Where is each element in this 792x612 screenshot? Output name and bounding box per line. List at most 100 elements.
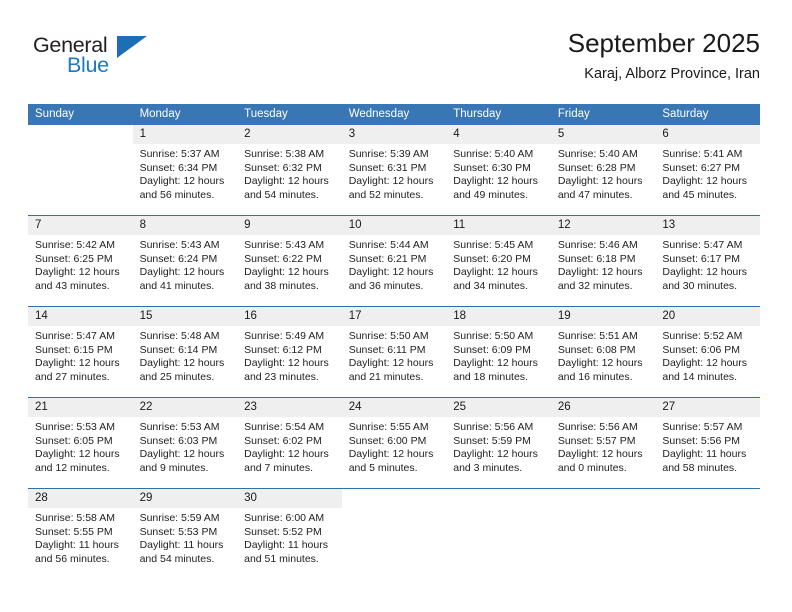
- day-cell-10[interactable]: 10 Sunrise: 5:44 AM Sunset: 6:21 PM Dayligh…: [341, 216, 447, 306]
- day-number: 23: [237, 398, 342, 417]
- calendar-day-cell: 6 Sunrise: 5:41 AM Sunset: 6:27 PM Daylight…: [655, 125, 760, 215]
- daylight-duration-line1: Daylight: 12 hours: [557, 266, 643, 279]
- day-cell-11[interactable]: 11 Sunrise: 5:45 AM Sunset: 6:20 PM Dayligh…: [446, 216, 551, 306]
- day-cell-14[interactable]: 14 Sunrise: 5:47 AM Sunset: 6:15 PM Dayligh…: [28, 307, 133, 397]
- day-cell-19[interactable]: 19 Sunrise: 5:51 AM Sunset: 6:08 PM Dayligh…: [550, 307, 656, 397]
- day-cell-28[interactable]: 28 Sunrise: 5:58 AM Sunset: 5:55 PM Dayligh…: [28, 489, 133, 579]
- daylight-duration-line1: Daylight: 12 hours: [557, 448, 643, 461]
- calendar-day-cell: 14 Sunrise: 5:47 AM Sunset: 6:15 PM Dayligh…: [28, 307, 133, 397]
- day-cell-16[interactable]: 16 Sunrise: 5:49 AM Sunset: 6:12 PM Dayligh…: [237, 307, 342, 397]
- daylight-duration-line2: and 54 minutes.: [244, 188, 319, 201]
- day-cell-20[interactable]: 20 Sunrise: 5:52 AM Sunset: 6:06 PM Dayligh…: [655, 307, 760, 397]
- day-cell-15[interactable]: 15 Sunrise: 5:48 AM Sunset: 6:14 PM Dayligh…: [132, 307, 238, 397]
- sunset-time: Sunset: 6:28 PM: [557, 161, 636, 174]
- sunset-time: Sunset: 6:12 PM: [244, 343, 322, 356]
- daylight-duration-line2: and 56 minutes.: [139, 188, 215, 201]
- daylight-duration-line1: Daylight: 12 hours: [139, 175, 225, 188]
- day-cell-empty: [446, 489, 551, 579]
- day-number: 11: [446, 216, 551, 235]
- day-cell-9[interactable]: 9 Sunrise: 5:43 AM Sunset: 6:22 PM Daylight…: [237, 216, 342, 306]
- day-details: Sunrise: 5:53 AM Sunset: 6:03 PM Daylight:…: [133, 417, 238, 475]
- day-cell-25[interactable]: 25 Sunrise: 5:56 AM Sunset: 5:59 PM Dayligh…: [446, 398, 551, 488]
- calendar-day-cell: 17 Sunrise: 5:50 AM Sunset: 6:11 PM Dayligh…: [341, 307, 447, 397]
- calendar-day-cell: 29 Sunrise: 5:59 AM Sunset: 5:53 PM Dayligh…: [132, 489, 238, 579]
- calendar-day-cell: 21 Sunrise: 5:53 AM Sunset: 6:05 PM Dayligh…: [28, 398, 133, 488]
- daylight-duration-line1: Daylight: 12 hours: [139, 448, 225, 461]
- daylight-duration-line1: Daylight: 12 hours: [348, 175, 434, 188]
- day-details: Sunrise: 5:38 AM Sunset: 6:32 PM Daylight:…: [237, 144, 342, 202]
- sunrise-time: Sunrise: 5:56 AM: [557, 421, 638, 433]
- sunrise-time: Sunrise: 5:55 AM: [348, 421, 429, 433]
- day-number: 3: [341, 125, 447, 144]
- sunrise-time: Sunrise: 5:53 AM: [139, 421, 220, 433]
- day-cell-17[interactable]: 17 Sunrise: 5:50 AM Sunset: 6:11 PM Dayligh…: [341, 307, 447, 397]
- sunset-time: Sunset: 6:20 PM: [453, 252, 531, 265]
- calendar-day-cell: 4 Sunrise: 5:40 AM Sunset: 6:30 PM Daylight…: [446, 125, 551, 215]
- day-details: Sunrise: 5:40 AM Sunset: 6:30 PM Daylight:…: [446, 144, 551, 202]
- day-number: 29: [132, 489, 238, 508]
- calendar-day-cell: [342, 489, 447, 579]
- sunrise-time: Sunrise: 6:00 AM: [244, 512, 325, 524]
- day-cell-8[interactable]: 8 Sunrise: 5:43 AM Sunset: 6:24 PM Daylight…: [132, 216, 238, 306]
- day-number: [342, 489, 447, 508]
- daylight-duration-line1: Daylight: 12 hours: [662, 357, 748, 370]
- calendar-day-cell: 26 Sunrise: 5:56 AM Sunset: 5:57 PM Dayligh…: [550, 398, 656, 488]
- sunset-time: Sunset: 6:27 PM: [662, 161, 741, 174]
- daylight-duration-line2: and 45 minutes.: [662, 188, 738, 201]
- daylight-duration-line1: Daylight: 12 hours: [35, 357, 120, 370]
- day-number: 15: [132, 307, 238, 326]
- daylight-duration-line1: Daylight: 12 hours: [453, 175, 538, 188]
- sunset-time: Sunset: 6:24 PM: [139, 252, 218, 265]
- weekday-header-monday: Monday: [132, 104, 238, 125]
- daylight-duration-line2: and 18 minutes.: [453, 370, 528, 383]
- calendar-day-cell: 24 Sunrise: 5:55 AM Sunset: 6:00 PM Dayligh…: [341, 398, 447, 488]
- sunrise-time: Sunrise: 5:56 AM: [453, 421, 534, 433]
- page-header: General Blue September 2025 Karaj, Albor…: [28, 26, 760, 96]
- sunset-time: Sunset: 6:18 PM: [557, 252, 636, 265]
- daylight-duration-line2: and 41 minutes.: [139, 279, 215, 292]
- day-cell-7[interactable]: 7 Sunrise: 5:42 AM Sunset: 6:25 PM Daylight…: [28, 216, 133, 306]
- daylight-duration-line1: Daylight: 12 hours: [35, 448, 120, 461]
- day-number: 26: [550, 398, 656, 417]
- sunrise-time: Sunrise: 5:37 AM: [139, 148, 220, 160]
- calendar-week-row: 1 Sunrise: 5:37 AM Sunset: 6:34 PM Daylight…: [28, 125, 760, 215]
- calendar-day-cell: 25 Sunrise: 5:56 AM Sunset: 5:59 PM Dayligh…: [446, 398, 551, 488]
- general-blue-logo[interactable]: General Blue: [33, 33, 168, 81]
- page-subtitle: Karaj, Alborz Province, Iran: [584, 66, 760, 82]
- day-cell-18[interactable]: 18 Sunrise: 5:50 AM Sunset: 6:09 PM Dayligh…: [446, 307, 551, 397]
- day-cell-empty: [28, 125, 133, 215]
- calendar-day-cell: 3 Sunrise: 5:39 AM Sunset: 6:31 PM Daylight…: [341, 125, 447, 215]
- day-details: Sunrise: 5:42 AM Sunset: 6:25 PM Daylight:…: [28, 235, 133, 293]
- day-cell-empty: [551, 489, 656, 579]
- sunrise-time: Sunrise: 5:46 AM: [557, 239, 638, 251]
- day-cell-5[interactable]: 5 Sunrise: 5:40 AM Sunset: 6:28 PM Daylight…: [550, 125, 656, 215]
- day-cell-22[interactable]: 22 Sunrise: 5:53 AM Sunset: 6:03 PM Dayligh…: [132, 398, 238, 488]
- day-cell-6[interactable]: 6 Sunrise: 5:41 AM Sunset: 6:27 PM Daylight…: [655, 125, 760, 215]
- day-cell-4[interactable]: 4 Sunrise: 5:40 AM Sunset: 6:30 PM Daylight…: [446, 125, 551, 215]
- sunset-time: Sunset: 6:30 PM: [453, 161, 531, 174]
- sunrise-time: Sunrise: 5:42 AM: [35, 239, 115, 251]
- sunset-time: Sunset: 6:09 PM: [453, 343, 531, 356]
- day-cell-12[interactable]: 12 Sunrise: 5:46 AM Sunset: 6:18 PM Dayligh…: [550, 216, 656, 306]
- day-cell-1[interactable]: 1 Sunrise: 5:37 AM Sunset: 6:34 PM Daylight…: [132, 125, 238, 215]
- day-cell-13[interactable]: 13 Sunrise: 5:47 AM Sunset: 6:17 PM Dayligh…: [655, 216, 760, 306]
- sunset-time: Sunset: 6:32 PM: [244, 161, 322, 174]
- day-details: Sunrise: 6:00 AM Sunset: 5:52 PM Daylight:…: [237, 508, 342, 566]
- day-cell-30[interactable]: 30 Sunrise: 6:00 AM Sunset: 5:52 PM Dayligh…: [237, 489, 342, 579]
- day-cell-24[interactable]: 24 Sunrise: 5:55 AM Sunset: 6:00 PM Dayligh…: [341, 398, 447, 488]
- sunset-time: Sunset: 6:14 PM: [139, 343, 218, 356]
- day-cell-27[interactable]: 27 Sunrise: 5:57 AM Sunset: 5:56 PM Dayligh…: [655, 398, 760, 488]
- day-cell-3[interactable]: 3 Sunrise: 5:39 AM Sunset: 6:31 PM Daylight…: [341, 125, 447, 215]
- day-cell-26[interactable]: 26 Sunrise: 5:56 AM Sunset: 5:57 PM Dayligh…: [550, 398, 656, 488]
- day-number: [655, 489, 760, 508]
- sunrise-time: Sunrise: 5:57 AM: [662, 421, 743, 433]
- day-cell-2[interactable]: 2 Sunrise: 5:38 AM Sunset: 6:32 PM Daylight…: [237, 125, 342, 215]
- sunset-time: Sunset: 6:31 PM: [348, 161, 427, 174]
- day-cell-29[interactable]: 29 Sunrise: 5:59 AM Sunset: 5:53 PM Dayligh…: [132, 489, 238, 579]
- day-number: 12: [550, 216, 656, 235]
- sunrise-time: Sunrise: 5:41 AM: [662, 148, 743, 160]
- day-number: 18: [446, 307, 551, 326]
- day-cell-21[interactable]: 21 Sunrise: 5:53 AM Sunset: 6:05 PM Dayligh…: [28, 398, 133, 488]
- day-number: 22: [132, 398, 238, 417]
- day-cell-23[interactable]: 23 Sunrise: 5:54 AM Sunset: 6:02 PM Dayligh…: [237, 398, 342, 488]
